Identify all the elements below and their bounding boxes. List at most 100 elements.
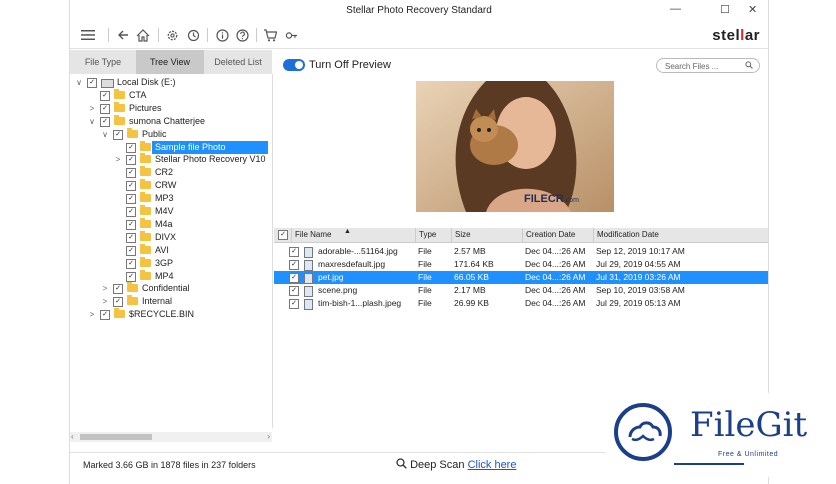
tree-node-checkbox[interactable]: ✓ [100,103,110,114]
tree-node[interactable]: > ✓ Pictures [70,101,271,115]
table-row[interactable]: ✓ maxresdefault.jpg File 171.64 KB Dec 04...… [274,258,768,271]
tree-node-checkbox[interactable]: ✓ [126,271,136,282]
home-icon[interactable] [134,26,152,44]
tree-node[interactable]: ✓ 3GP [70,256,271,270]
tree-node-checkbox[interactable]: ✓ [126,168,136,179]
close-button[interactable]: ✕ [748,3,757,16]
back-icon[interactable] [114,26,132,44]
tree-node[interactable]: ✓ M4V [70,205,271,218]
settings-icon[interactable] [163,26,181,44]
search-input[interactable]: Search Files ... [656,58,760,73]
tree-node-checkbox[interactable]: ✓ [126,142,136,153]
menu-icon[interactable] [79,26,97,44]
tree-node[interactable]: > ✓ $RECYCLE.BIN [70,308,271,321]
select-all-checkbox[interactable]: ✓ [278,230,288,240]
table-row[interactable]: ✓ adorable-...51164.jpg File 2.57 MB Dec 04.… [274,245,768,258]
tree-node[interactable]: ✓ MP3 [70,192,271,205]
tree-node[interactable]: ✓ CTA [70,88,271,102]
tree-node[interactable]: ✓ Sample file Photo [70,140,271,154]
row-checkbox[interactable]: ✓ [289,247,299,257]
cell-size: 66.05 KB [454,271,489,282]
folder-tree: ∨ ✓ Local Disk (E:) ✓ CTA > ✓ Pictures ∨ ✓ sumona … [70,74,273,428]
tree-node-checkbox[interactable]: ✓ [126,194,136,205]
tree-node[interactable]: ✓ AVI [70,243,271,257]
tree-node[interactable]: ✓ CRW [70,179,271,192]
chevron-right-icon[interactable]: > [88,308,96,321]
toolbar-divider [207,28,208,42]
tab-tree-view[interactable]: Tree View [136,50,204,74]
tab-deleted-list[interactable]: Deleted List [204,50,272,74]
scrollbar-thumb[interactable] [80,434,152,440]
tree-node-checkbox[interactable]: ✓ [100,90,110,101]
tree-node[interactable]: > ✓ Stellar Photo Recovery V10 [70,153,271,166]
tree-node[interactable]: ✓ MP4 [70,269,271,283]
search-icon[interactable] [745,59,753,74]
tree-node[interactable]: ✓ CR2 [70,166,271,179]
tree-node[interactable]: ✓ DIVX [70,230,271,244]
row-checkbox[interactable]: ✓ [289,285,299,296]
column-type[interactable]: Type [415,228,451,242]
view-tabs: File Type Tree View Deleted List [70,50,272,74]
tree-node[interactable]: ∨ ✓ Public [70,127,271,141]
deep-scan-link[interactable]: Click here [468,459,517,471]
tree-node-checkbox[interactable]: ✓ [126,245,136,256]
table-row[interactable]: ✓ tim-bish-1...plash.jpeg File 26.99 KB Dec … [274,297,768,310]
column-file-name[interactable]: File Name ▲ [291,228,415,242]
minimize-button[interactable]: — [670,3,681,15]
cell-type: File [418,284,432,295]
tree-node-checkbox[interactable]: ✓ [126,219,136,230]
row-checkbox[interactable]: ✓ [289,298,299,309]
tree-node-checkbox[interactable]: ✓ [113,129,123,140]
chevron-right-icon[interactable]: > [101,295,109,308]
chevron-right-icon[interactable]: > [88,102,96,115]
key-icon[interactable] [282,26,300,44]
row-checkbox[interactable]: ✓ [289,259,299,270]
cell-modified: Jul 29, 2019 04:55 AM [596,258,681,269]
tree-horizontal-scrollbar[interactable]: ‹ › [70,432,272,442]
table-row[interactable]: ✓ pet.jpg File 66.05 KB Dec 04...:26 AM Jul 3… [274,270,768,284]
chevron-down-icon[interactable]: ∨ [75,76,83,89]
chevron-right-icon[interactable]: > [101,282,109,295]
tree-node-checkbox[interactable]: ✓ [126,232,136,243]
tree-node[interactable]: ∨ ✓ Local Disk (E:) [70,76,271,89]
tree-node-checkbox[interactable]: ✓ [126,155,136,166]
cart-icon[interactable] [261,26,279,44]
folder-icon [114,88,125,99]
preview-toggle[interactable] [283,59,305,71]
column-modification-date[interactable]: Modification Date [593,228,768,242]
tree-node-checkbox[interactable]: ✓ [113,284,123,295]
cell-created: Dec 04...:26 AM [525,297,586,308]
tree-node-checkbox[interactable]: ✓ [100,116,110,127]
scroll-left-arrow-icon[interactable]: ‹ [71,432,74,441]
tab-file-type[interactable]: File Type [70,50,136,74]
tree-node[interactable]: > ✓ Confidential [70,282,271,295]
tree-node-checkbox[interactable]: ✓ [87,78,97,88]
chevron-down-icon[interactable]: ∨ [101,128,109,141]
tree-node-checkbox[interactable]: ✓ [126,207,136,217]
tree-node-checkbox[interactable]: ✓ [113,297,123,308]
column-creation-date[interactable]: Creation Date [522,228,593,242]
tree-node[interactable]: ✓ M4a [70,217,271,231]
scroll-right-arrow-icon[interactable]: › [267,432,270,441]
tree-node-checkbox[interactable]: ✓ [126,258,136,269]
help-icon[interactable] [233,26,251,44]
folder-icon [127,127,138,138]
table-row[interactable]: ✓ scene.png File 2.17 MB Dec 04...:26 AM Sep … [274,284,768,297]
tree-node-label: Local Disk (E:) [117,77,176,87]
deep-scan: Deep Scan Click here [396,458,516,471]
column-size[interactable]: Size [451,228,522,242]
tree-node[interactable]: ∨ ✓ sumona Chatterjee [70,114,271,128]
maximize-button[interactable]: ☐ [720,3,730,16]
chevron-down-icon[interactable]: ∨ [88,115,96,128]
row-checkbox[interactable]: ✓ [289,272,299,283]
tree-node-checkbox[interactable]: ✓ [100,310,110,321]
chevron-right-icon[interactable]: > [114,153,122,166]
cell-size: 2.17 MB [454,284,486,295]
deep-scan-search-icon [396,458,410,471]
history-icon[interactable] [184,26,202,44]
tree-node-checkbox[interactable]: ✓ [126,181,136,192]
info-icon[interactable] [213,26,231,44]
preview-toggle-label: Turn Off Preview [309,59,391,71]
tree-node-label: M4a [155,218,173,229]
tree-node[interactable]: > ✓ Internal [70,295,271,308]
